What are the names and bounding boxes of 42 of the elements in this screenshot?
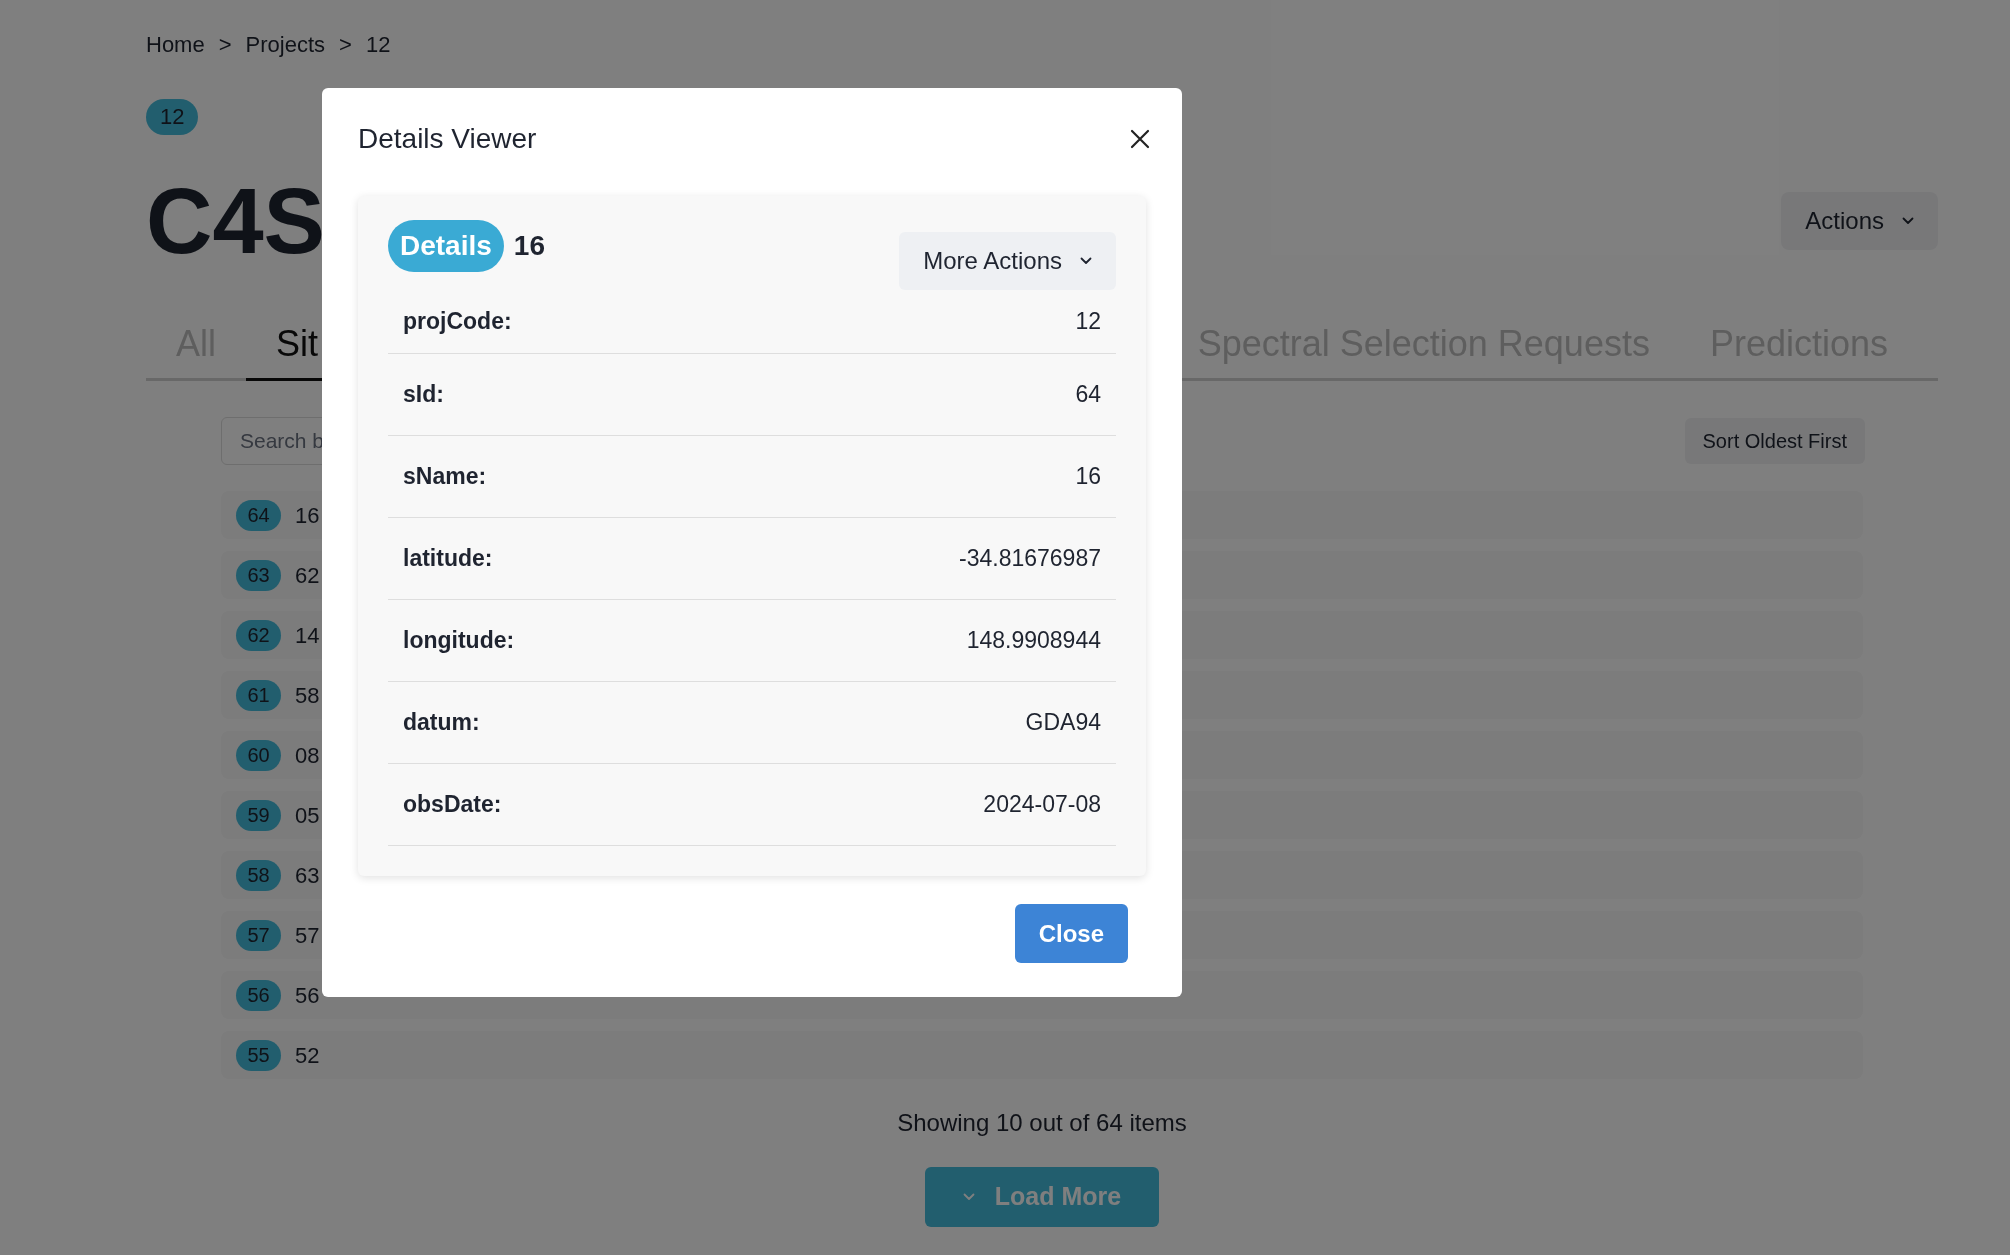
field-label: latitude: <box>403 544 493 574</box>
field-value: 12 <box>1075 307 1101 337</box>
field-label: longitude: <box>403 626 515 656</box>
row-name: 58 <box>295 681 320 710</box>
row-name: 08 <box>295 741 320 770</box>
field-label: projCode: <box>403 307 512 337</box>
field-value: 148.9908944 <box>966 626 1101 656</box>
field-label: sName: <box>403 462 487 492</box>
dialog-title: Details Viewer <box>358 122 537 156</box>
id-badge: 58 <box>236 859 281 891</box>
row-name: 63 <box>295 861 320 890</box>
row-name: 57 <box>295 921 320 950</box>
project-title: C4S <box>146 171 325 271</box>
field-value: -34.81676987 <box>959 544 1101 574</box>
row-name: 14 <box>295 621 320 650</box>
id-badge: 59 <box>236 799 281 831</box>
id-badge: 60 <box>236 739 281 771</box>
field-value: 16 <box>1075 462 1101 492</box>
id-badge: 63 <box>236 559 281 591</box>
row-name: 62 <box>295 561 320 590</box>
field-value: GDA94 <box>1025 708 1101 738</box>
id-badge: 55 <box>236 1039 281 1071</box>
record-name: 16 <box>513 229 545 263</box>
field-value: 64 <box>1075 380 1101 410</box>
project-badge: 12 <box>146 99 199 135</box>
row-name: 16 <box>295 501 320 530</box>
breadcrumb-separator: > <box>218 31 232 59</box>
item-count: Showing 10 out of 64 items <box>897 1108 1187 1138</box>
field-value: 2024-07-08 <box>983 790 1101 820</box>
row-name: 56 <box>295 981 320 1010</box>
id-badge: 62 <box>236 619 281 651</box>
row-name: 05 <box>295 801 320 830</box>
details-badge: Details <box>388 220 504 272</box>
id-badge: 57 <box>236 919 281 951</box>
id-badge: 56 <box>236 979 281 1011</box>
breadcrumb-separator: > <box>339 31 352 59</box>
id-badge: 61 <box>236 679 281 711</box>
row-name: 52 <box>295 1041 320 1070</box>
field-label: sId: <box>403 380 444 410</box>
field-label: obsDate: <box>403 790 502 820</box>
field-label: datum: <box>403 708 480 738</box>
id-badge: 64 <box>236 499 281 531</box>
